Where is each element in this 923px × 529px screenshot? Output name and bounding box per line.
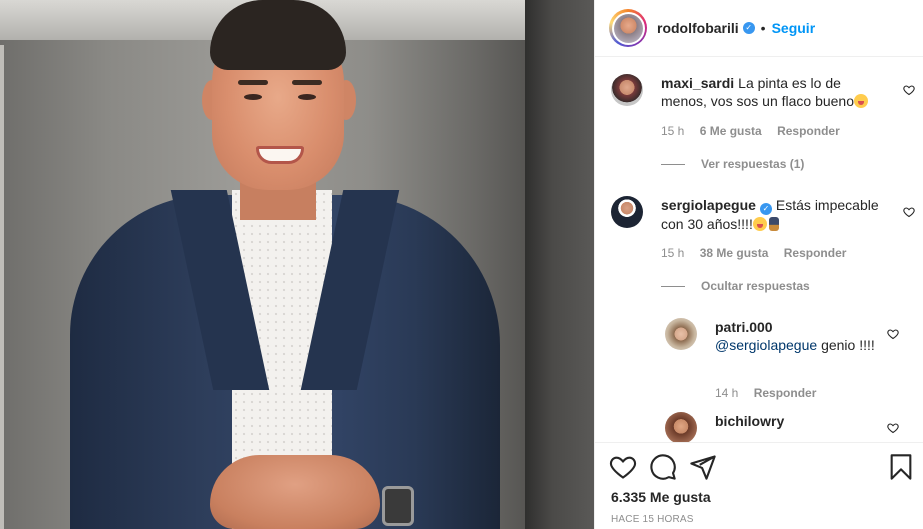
reply-username[interactable]: patri.000 [715,319,773,335]
reply-like-heart-icon[interactable] [887,328,899,340]
reply-body: patri.000 @sergiolapegue genio !!!! [715,318,885,354]
post-photo[interactable] [0,0,594,529]
comment-meta: 15 h 38 Me gusta Responder [661,246,858,260]
comment-like-heart-icon[interactable] [903,84,915,96]
comment-like-heart-icon[interactable] [903,206,915,218]
bookmark-icon[interactable] [887,453,915,481]
person-hair [210,0,346,70]
verified-badge-icon: ✓ [742,22,755,34]
comment-body: sergiolapegue ✓ Estás impecable con 30 año… [661,196,879,233]
person-eye-right [298,94,316,100]
header-separator: • [760,20,766,36]
view-replies-toggle[interactable]: Ver respuestas (1) [661,157,804,171]
author-avatar-image [613,13,643,43]
comment-likes[interactable]: 6 Me gusta [700,124,762,138]
reply-time: 14 h [715,386,739,400]
replies-line [661,163,685,165]
comment-time: 15 h [661,124,685,138]
comment-reply-button[interactable]: Responder [784,246,847,260]
reply-text: genio !!!! [821,337,875,353]
comment-likes[interactable]: 38 Me gusta [700,246,769,260]
author-avatar[interactable] [609,9,647,47]
instagram-post: rodolfobarili ✓ • Seguir maxi_sardi La pi… [0,0,923,529]
reply-meta: 14 h Responder [715,386,828,400]
person-hands [210,455,380,529]
comment-avatar[interactable] [611,196,643,228]
person-eye-left [244,94,262,100]
hide-replies-label: Ocultar respuestas [701,279,810,293]
heart-icon[interactable] [609,453,637,481]
person-brow-right [292,80,322,85]
hide-replies-toggle[interactable]: Ocultar respuestas [661,279,810,293]
replies-line [661,285,685,287]
comments-list[interactable]: maxi_sardi La pinta es lo de menos, vos s… [595,58,923,442]
face-with-tongue-emoji-icon [752,217,767,231]
reply-avatar[interactable] [665,412,697,442]
comment-bubble-icon[interactable] [649,453,677,481]
reply-body: bichilowry [715,412,885,430]
post-actions: 6.335 Me gusta HACE 15 HORAS [595,442,923,529]
face-with-tongue-emoji-icon [854,94,869,108]
comment-meta: 15 h 6 Me gusta Responder [661,124,852,138]
follow-button[interactable]: Seguir [772,20,816,36]
author-username[interactable]: rodolfobarili [657,20,739,36]
photo-person [60,0,520,529]
comment-username[interactable]: maxi_sardi [661,75,734,91]
post-timestamp[interactable]: HACE 15 HORAS [611,514,694,525]
post-header: rodolfobarili ✓ • Seguir [595,0,923,57]
photo-doorframe [0,45,4,529]
photo-wall-seam [525,0,594,529]
reply-avatar[interactable] [665,318,697,350]
person-watch [382,486,414,526]
verified-badge-icon: ✓ [759,203,772,215]
comment-body: maxi_sardi La pinta es lo de menos, vos s… [661,74,879,110]
reply-mention[interactable]: @sergiolapegue [715,337,817,353]
reply-username[interactable]: bichilowry [715,413,784,429]
comment-reply-button[interactable]: Responder [777,124,840,138]
reply-like-heart-icon[interactable] [887,422,899,434]
person-brow-left [238,80,268,85]
comment-avatar[interactable] [611,74,643,106]
person-smile [256,146,304,164]
reply-reply-button[interactable]: Responder [754,386,817,400]
comment-time: 15 h [661,246,685,260]
post-likes-count[interactable]: 6.335 Me gusta [611,489,711,505]
post-side-panel: rodolfobarili ✓ • Seguir maxi_sardi La pi… [594,0,923,529]
view-replies-label: Ver respuestas (1) [701,157,805,171]
man-in-suit-emoji-icon [768,217,779,231]
paper-plane-icon[interactable] [689,453,717,481]
comment-username[interactable]: sergiolapegue [661,197,756,213]
